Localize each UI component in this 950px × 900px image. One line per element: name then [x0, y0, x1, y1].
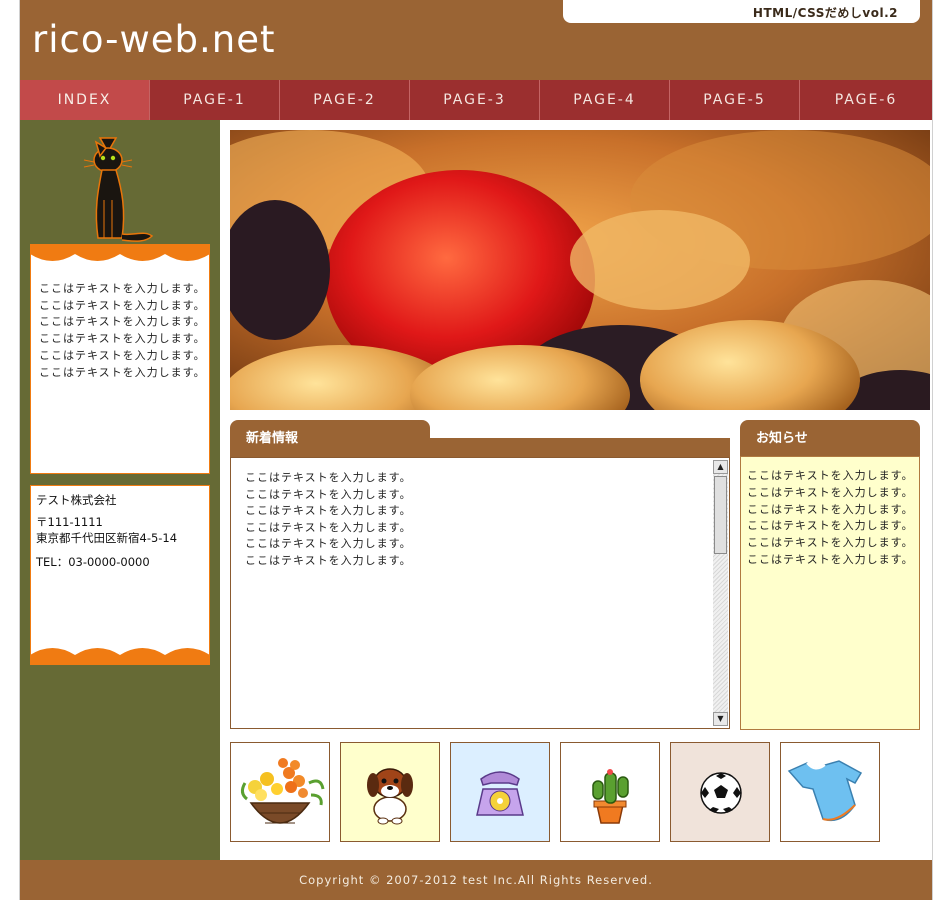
nav-item-page-2[interactable]: PAGE-2	[280, 80, 410, 120]
orange-scallop-top	[30, 244, 210, 261]
company-name: テスト株式会社	[36, 493, 117, 507]
sidebar-text-line: ここはテキストを入力します。	[39, 348, 206, 362]
company-info: テスト株式会社 〒111-1111 東京都千代田区新宿4-5-14 TEL：03…	[36, 492, 177, 570]
thumbnail-telephone[interactable]	[450, 742, 550, 842]
sidebar: ここはテキストを入力します。 ここはテキストを入力します。 ここはテキストを入力…	[20, 120, 220, 860]
notice-text-line: ここはテキストを入力します。	[747, 536, 914, 550]
notice-body: ここはテキストを入力します。 ここはテキストを入力します。 ここはテキストを入力…	[740, 456, 920, 730]
scroll-thumb[interactable]	[714, 476, 727, 554]
sidebar-text-line: ここはテキストを入力します。	[39, 282, 206, 295]
notice-title: お知らせ	[740, 420, 920, 457]
soccer-ball-icon	[700, 772, 742, 814]
thumbnail-cactus[interactable]	[560, 742, 660, 842]
notice-panel: お知らせ ここはテキストを入力します。 ここはテキストを入力します。 ここはテキ…	[740, 420, 920, 730]
company-info-box: テスト株式会社 〒111-1111 東京都千代田区新宿4-5-14 TEL：03…	[30, 485, 210, 665]
puppy-icon	[367, 768, 413, 825]
nav-item-page-4[interactable]: PAGE-4	[540, 80, 670, 120]
sidebar-text-line: ここはテキストを入力します。	[39, 315, 206, 329]
global-nav: INDEX PAGE-1 PAGE-2 PAGE-3 PAGE-4 PAGE-5…	[20, 80, 932, 120]
news-text-line: ここはテキストを入力します。	[245, 553, 412, 567]
scroll-down-arrow-icon[interactable]: ▼	[713, 712, 728, 726]
thumbnail-soccer-ball[interactable]	[670, 742, 770, 842]
news-body: ここはテキストを入力します。 ここはテキストを入力します。 ここはテキストを入力…	[230, 457, 730, 729]
baby-clothes-icon	[787, 760, 863, 822]
thumbnail-flower-basket[interactable]	[230, 742, 330, 842]
news-text-line: ここはテキストを入力します。	[245, 471, 412, 484]
copyright-text: Copyright © 2007-2012 test Inc.All Right…	[299, 873, 653, 887]
sidebar-text-line: ここはテキストを入力します。	[39, 332, 206, 346]
nav-item-index[interactable]: INDEX	[20, 80, 150, 120]
notice-text-line: ここはテキストを入力します。	[747, 502, 914, 516]
tagline: HTML/CSSだめしvol.2	[752, 6, 898, 20]
scroll-up-arrow-icon[interactable]: ▲	[713, 460, 728, 474]
notice-text-line: ここはテキストを入力します。	[747, 519, 914, 533]
orange-scallop-bottom	[30, 648, 210, 665]
sidebar-text-box: ここはテキストを入力します。 ここはテキストを入力します。 ここはテキストを入力…	[30, 244, 210, 474]
news-title: 新着情報	[230, 420, 430, 457]
sidebar-text-list: ここはテキストを入力します。 ここはテキストを入力します。 ここはテキストを入力…	[39, 281, 206, 381]
nav-item-page-5[interactable]: PAGE-5	[670, 80, 800, 120]
notice-text-line: ここはテキストを入力します。	[747, 469, 914, 482]
site-footer: Copyright © 2007-2012 test Inc.All Right…	[20, 860, 932, 900]
news-text-line: ここはテキストを入力します。	[245, 487, 412, 501]
telephone-icon	[476, 771, 524, 816]
thumbnail-puppy[interactable]	[340, 742, 440, 842]
sidebar-text-line: ここはテキストを入力します。	[39, 298, 206, 312]
nav-item-page-1[interactable]: PAGE-1	[150, 80, 280, 120]
notice-text-list: ここはテキストを入力します。 ここはテキストを入力します。 ここはテキストを入力…	[747, 468, 914, 569]
news-text-line: ここはテキストを入力します。	[245, 520, 412, 534]
black-cat-icon	[83, 137, 154, 242]
company-postal: 〒111-1111	[36, 515, 103, 529]
hero-image	[230, 130, 930, 410]
page-container: rico-web.net HTML/CSSだめしvol.2 INDEX PAGE…	[19, 0, 933, 900]
nav-item-page-3[interactable]: PAGE-3	[410, 80, 540, 120]
news-panel: 新着情報 ここはテキストを入力します。 ここはテキストを入力します。 ここはテキ…	[230, 420, 730, 729]
tagline-box: HTML/CSSだめしvol.2	[563, 0, 920, 23]
news-text-line: ここはテキストを入力します。	[245, 504, 412, 518]
cactus-icon	[592, 769, 629, 824]
notice-text-line: ここはテキストを入力します。	[747, 485, 914, 499]
news-text-list: ここはテキストを入力します。 ここはテキストを入力します。 ここはテキストを入力…	[245, 470, 412, 570]
news-scrollbar[interactable]: ▲ ▼	[713, 460, 728, 726]
site-header: rico-web.net HTML/CSSだめしvol.2	[20, 0, 932, 80]
flower-basket-icon	[240, 758, 325, 824]
company-address: 東京都千代田区新宿4-5-14	[36, 531, 178, 545]
company-tel: TEL：03-0000-0000	[36, 555, 150, 569]
sidebar-text-line: ここはテキストを入力します。	[39, 365, 206, 379]
site-title[interactable]: rico-web.net	[32, 18, 276, 61]
nav-item-page-6[interactable]: PAGE-6	[800, 80, 932, 120]
notice-text-line: ここはテキストを入力します。	[747, 552, 914, 566]
thumbnail-baby-clothes[interactable]	[780, 742, 880, 842]
news-text-line: ここはテキストを入力します。	[245, 537, 412, 551]
